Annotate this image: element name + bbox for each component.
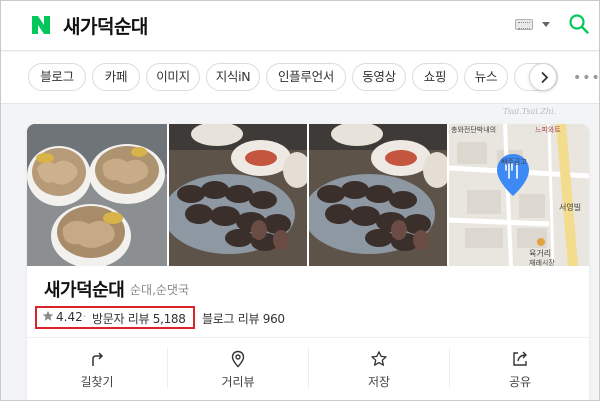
directions-button[interactable]: 길찾기 (27, 338, 167, 398)
street-view-button[interactable]: 거리뷰 (168, 338, 308, 398)
map-label: 배주금고 (501, 157, 527, 166)
place-card: 충와전단박내의 느피와트 배주금고 서영빌 육거리 재래시장 새가덕순대 순대,… (27, 124, 589, 400)
separator-dot: · (83, 310, 87, 323)
street-view-label: 거리뷰 (221, 375, 255, 389)
place-photo-3[interactable] (309, 124, 447, 266)
tab-video[interactable]: 동영상 (352, 63, 406, 91)
more-options-icon[interactable]: ••• (573, 71, 599, 85)
place-photo-2[interactable] (169, 124, 307, 266)
directions-label: 길찾기 (80, 375, 114, 389)
star-icon (42, 310, 54, 321)
naver-logo-icon[interactable] (30, 14, 52, 36)
map-label: 서영빌 (559, 202, 581, 212)
directions-icon (92, 352, 104, 366)
search-query-text[interactable]: 새가덕순대 (63, 12, 148, 39)
map-label: 충와전단박내의 (451, 125, 496, 134)
star-outline-icon (371, 351, 387, 366)
place-photo-1[interactable] (27, 124, 167, 266)
place-category: 순대,순댓국 (130, 283, 190, 297)
tab-blog[interactable]: 블로그 (28, 63, 86, 91)
map-label: 재래시장 (529, 258, 555, 266)
location-pin-icon (231, 350, 245, 368)
watermark: Tsai.Tsai.Zhi. (503, 107, 557, 116)
search-header: 새가덕순대 (1, 1, 599, 51)
tabs-next-button[interactable] (529, 63, 557, 91)
tab-cafe[interactable]: 카페 (92, 63, 140, 91)
save-button[interactable]: 저장 (309, 338, 449, 398)
share-icon (513, 351, 527, 366)
tab-shopping[interactable]: 쇼핑 (412, 63, 458, 91)
search-tabs: 블로그 카페 이미지 지식iN 인플루언서 동영상 쇼핑 뉴스 어 ••• (1, 52, 599, 104)
share-label: 공유 (508, 375, 532, 389)
chevron-right-icon (541, 71, 549, 84)
search-icon[interactable] (568, 13, 590, 35)
map-label: 육거리 (529, 249, 551, 258)
location-map[interactable]: 충와전단박내의 느피와트 배주금고 서영빌 육거리 재래시장 (449, 124, 589, 266)
visitor-review-count[interactable]: 방문자 리뷰 5,188 (92, 310, 186, 327)
rating-score: 4.42 (56, 310, 83, 324)
map-label: 느피와트 (535, 125, 561, 134)
search-results-page: 새가덕순대 블로그 카페 이미지 지식iN 인플루언서 동영상 쇼핑 뉴스 어 … (0, 0, 600, 401)
tab-influencer[interactable]: 인플루언서 (266, 63, 346, 91)
place-actions: 길찾기 거리뷰 저장 공유 (27, 337, 589, 400)
share-button[interactable]: 공유 (450, 338, 589, 398)
keyboard-icon[interactable] (515, 19, 533, 30)
tab-news[interactable]: 뉴스 (464, 63, 508, 91)
save-label: 저장 (367, 375, 391, 389)
place-name[interactable]: 새가덕순대 (44, 276, 125, 302)
chevron-down-icon[interactable] (542, 22, 550, 27)
blog-review-count[interactable]: 블로그 리뷰 960 (202, 310, 285, 327)
tab-image[interactable]: 이미지 (146, 63, 200, 91)
place-photos: 충와전단박내의 느피와트 배주금고 서영빌 육거리 재래시장 (27, 124, 589, 266)
tab-knowledge-in[interactable]: 지식iN (206, 63, 260, 91)
